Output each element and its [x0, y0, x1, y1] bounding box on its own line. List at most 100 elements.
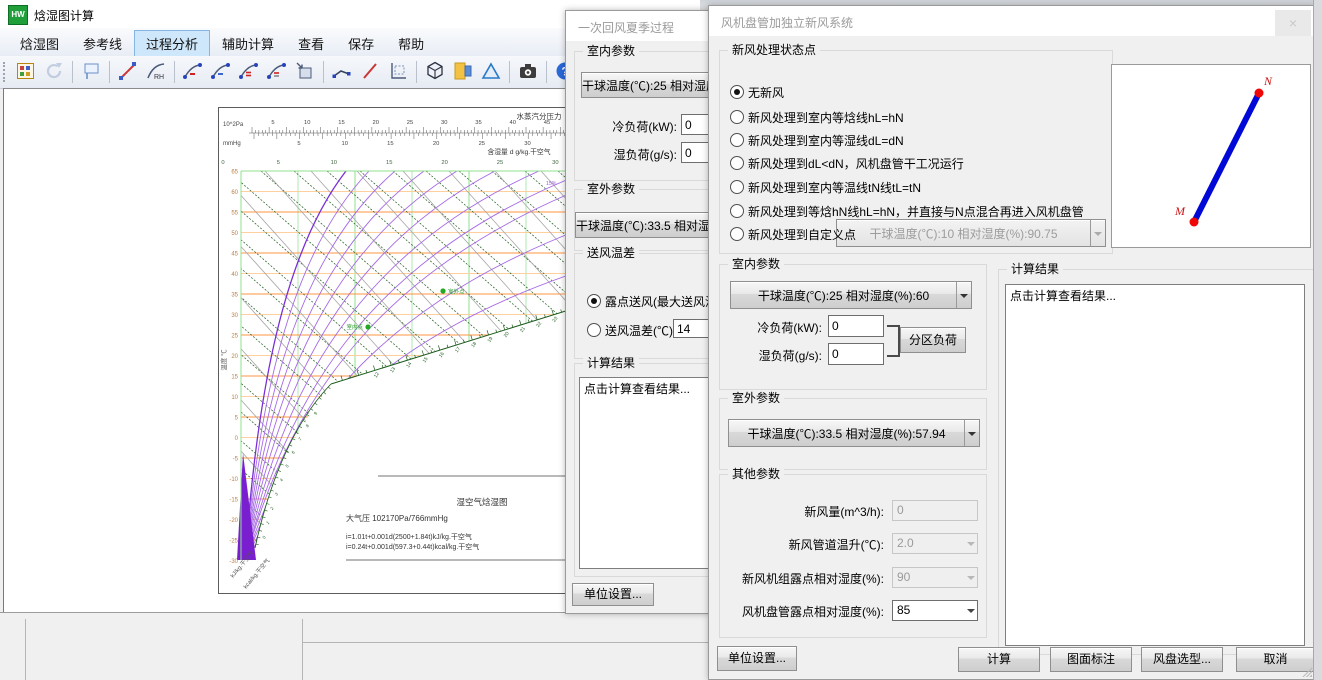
svg-text:14: 14 [405, 361, 413, 369]
other-param-control-3[interactable]: 85 [892, 600, 978, 621]
state-point-box-icon[interactable] [292, 58, 318, 84]
svg-text:21: 21 [519, 326, 527, 334]
app-window: HW 焓湿图计算 焓湿图参考线过程分析辅助计算查看保存帮助 RH? 656055… [0, 0, 1322, 680]
svg-text:湿空气焓湿图: 湿空气焓湿图 [456, 497, 507, 507]
calculate-button[interactable]: 计算 [958, 647, 1040, 672]
svg-text:含湿量 d g/kg.干空气: 含湿量 d g/kg.干空气 [487, 147, 550, 156]
svg-text:室外点: 室外点 [448, 288, 465, 296]
process-line-heat-icon[interactable] [208, 58, 234, 84]
svg-text:20: 20 [231, 354, 238, 360]
dialog1-result-box: 点击计算查看结果... [579, 377, 710, 569]
dialog2-unit-settings-button[interactable]: 单位设置... [717, 646, 797, 671]
cooling-load-label: 冷负荷(kW): [589, 118, 677, 135]
freshair-option-radio-4[interactable] [730, 180, 744, 194]
svg-text:5: 5 [297, 141, 300, 147]
supply-delta-label: 送风温差(℃) [605, 322, 673, 339]
dialog2-indoor-preset-dropdown[interactable]: 干球温度(℃):25 相对湿度(%):60 [730, 281, 972, 309]
dialog2-result-box: 点击计算查看结果... [1005, 284, 1305, 646]
dialog2-outdoor-preset-dropdown[interactable]: 干球温度(℃):33.5 相对湿度(%):57.94 [728, 419, 980, 447]
zone-load-button[interactable]: 分区负荷 [900, 327, 966, 353]
chevron-down-icon[interactable] [956, 282, 971, 308]
polyline-icon[interactable] [329, 58, 355, 84]
dialog2-outdoor-group: 室外参数 干球温度(℃):33.5 相对湿度(%):57.94 [719, 398, 987, 470]
panel-icon[interactable] [450, 58, 476, 84]
delta-icon[interactable] [478, 58, 504, 84]
svg-text:16: 16 [438, 351, 446, 359]
other-param-label-1: 新风管道温升(℃): [720, 536, 884, 553]
svg-text:5: 5 [277, 160, 280, 166]
dewpoint-supply-radio[interactable] [587, 294, 601, 308]
svg-text:0: 0 [221, 160, 224, 166]
dialog1-unit-settings-button[interactable]: 单位设置... [572, 583, 654, 606]
toolbar-separator [546, 61, 547, 83]
menu-item-2[interactable]: 过程分析 [134, 30, 210, 57]
cube-3d-icon[interactable] [422, 58, 448, 84]
supply-delta-radio[interactable] [587, 323, 601, 337]
menu-item-3[interactable]: 辅助计算 [210, 30, 286, 57]
freshair-option-label-1: 新风处理到室内等焓线hL=hN [748, 109, 904, 126]
dialog1-cooling-load-input[interactable] [681, 114, 710, 135]
group-label: 新风处理状态点 [728, 43, 820, 57]
menu-item-0[interactable]: 焓湿图 [8, 30, 71, 57]
chart-point-indoor[interactable] [365, 324, 370, 329]
process-diagram-box: N M [1111, 64, 1311, 248]
other-param-label-0: 新风量(m^3/h): [720, 503, 884, 520]
menu-item-4[interactable]: 查看 [286, 30, 336, 57]
fcu-select-button[interactable]: 风盘选型... [1141, 647, 1223, 672]
svg-text:35: 35 [231, 293, 238, 299]
query-point-icon[interactable] [78, 58, 104, 84]
freshair-option-radio-5[interactable] [730, 204, 744, 218]
process-line-custom-icon[interactable] [264, 58, 290, 84]
point-M-label: M [1174, 204, 1186, 218]
red-line-icon[interactable] [357, 58, 383, 84]
other-param-label-3: 风机盘管露点相对湿度(%): [720, 603, 884, 620]
svg-text:-30: -30 [229, 559, 238, 565]
svg-text:17: 17 [454, 346, 462, 354]
dialog1-outdoor-group: 室外参数 干球温度(℃):33.5 相对湿度(%):57.94 [574, 189, 710, 251]
supply-delta-input[interactable] [673, 319, 710, 338]
svg-text:19: 19 [486, 336, 494, 344]
dialog2-titlebar[interactable]: 风机盘管加独立新风系统 × [709, 6, 1314, 36]
other-param-control-0: 0 [892, 500, 978, 521]
freshair-option-radio-3[interactable] [730, 156, 744, 170]
menu-item-5[interactable]: 保存 [336, 30, 386, 57]
chevron-down-icon [967, 542, 975, 550]
process-line-mix-icon[interactable] [236, 58, 262, 84]
process-line [1194, 93, 1259, 222]
process-line-cool-icon[interactable] [180, 58, 206, 84]
draw-line-icon[interactable] [115, 58, 141, 84]
resize-grip[interactable] [1301, 666, 1312, 677]
annotate-button[interactable]: 图面标注 [1050, 647, 1132, 672]
menu-item-6[interactable]: 帮助 [386, 30, 436, 57]
chart-point-outdoor[interactable] [440, 288, 445, 293]
svg-text:10: 10 [231, 395, 238, 401]
menu-item-1[interactable]: 参考线 [71, 30, 134, 57]
chevron-down-icon[interactable] [964, 420, 979, 446]
dialog1-indoor-preset-dropdown[interactable]: 干球温度(℃):25 相对湿度(%):60 [581, 72, 710, 98]
dialog1-titlebar[interactable]: 一次回风夏季过程 [566, 11, 710, 41]
dialog2-moisture-load-input[interactable] [828, 343, 884, 365]
svg-text:40: 40 [231, 272, 238, 278]
svg-text:15: 15 [338, 120, 344, 126]
freshair-option-label-4: 新风处理到室内等温线tN线tL=tN [748, 179, 921, 196]
freshair-option-radio-6[interactable] [730, 227, 744, 241]
snapshot-icon[interactable] [515, 58, 541, 84]
toolbar-separator [323, 61, 324, 83]
dialog2-result-group: 计算结果 点击计算查看结果... [998, 269, 1314, 655]
svg-text:-15: -15 [229, 498, 238, 504]
freshair-option-radio-0[interactable] [730, 85, 744, 99]
freshair-option-radio-1[interactable] [730, 110, 744, 124]
dialog2-cooling-load-input[interactable] [828, 315, 884, 337]
axes-icon[interactable] [385, 58, 411, 84]
rh-curve-icon[interactable]: RH [143, 58, 169, 84]
group-label: 计算结果 [1007, 262, 1063, 276]
status-divider [25, 619, 26, 680]
freshair-option-radio-2[interactable] [730, 133, 744, 147]
dialog1-moisture-load-input[interactable] [681, 142, 710, 163]
palette-grid-icon[interactable] [13, 58, 39, 84]
close-icon[interactable]: × [1275, 10, 1311, 36]
custom-point-dropdown: 干球温度(℃):10 相对湿度(%):90.75 [836, 219, 1106, 247]
svg-text:20: 20 [433, 141, 439, 147]
cooling-load-label: 冷负荷(kW): [720, 319, 822, 336]
dialog1-outdoor-preset-dropdown[interactable]: 干球温度(℃):33.5 相对湿度(%):57.94 [575, 212, 710, 238]
